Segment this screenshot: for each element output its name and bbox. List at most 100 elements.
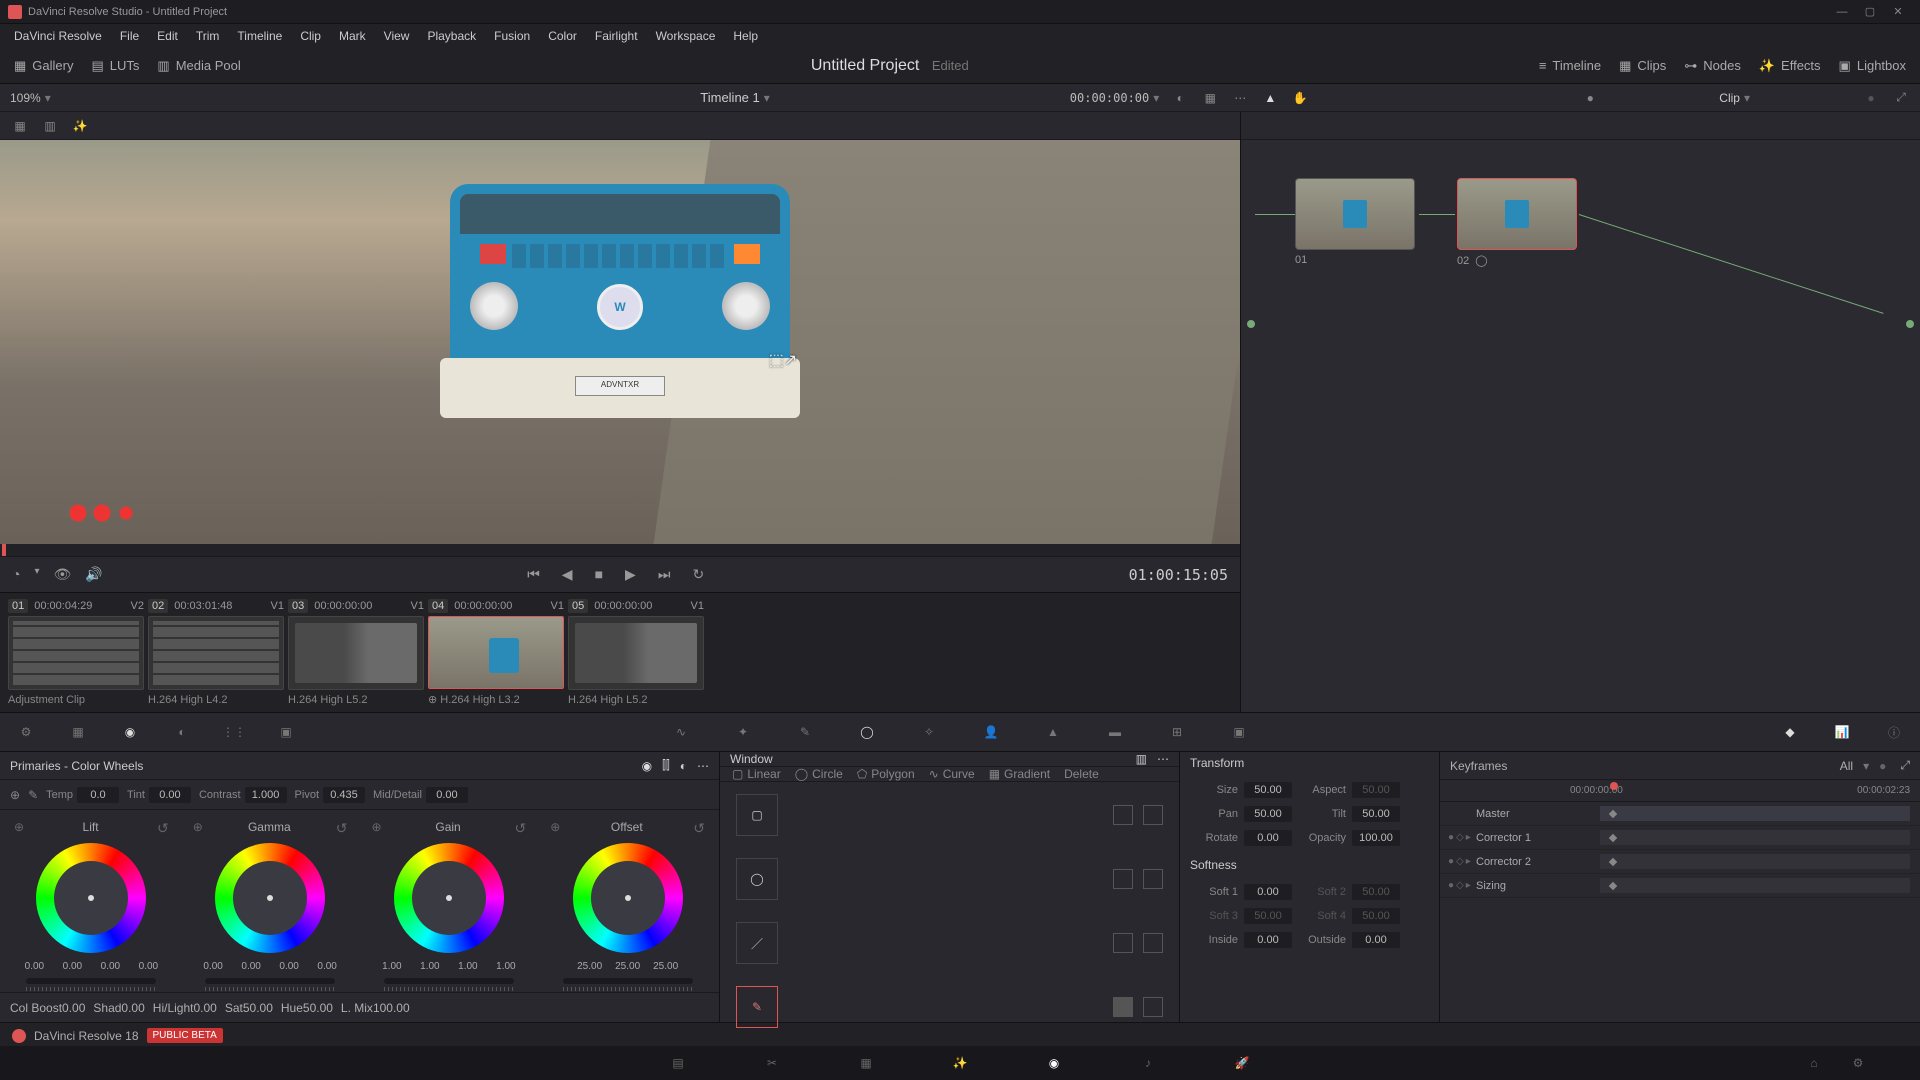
picker-icon[interactable]: ⊕ (372, 820, 382, 837)
chevron-down-icon[interactable]: ▾ (1863, 759, 1869, 773)
clip-04[interactable]: 0400:00:00:00V1⊕ H.264 High L3.2 (428, 599, 564, 706)
wintool-delete[interactable]: Delete (1064, 767, 1099, 781)
kf-track-master[interactable]: Master (1440, 802, 1920, 826)
shape-polygon[interactable]: ✎ (730, 984, 1169, 1030)
reverse-button[interactable]: ◀ (562, 566, 573, 583)
clip-01[interactable]: 0100:00:04:29V2Adjustment Clip (8, 599, 144, 706)
pointer-icon[interactable]: ▲ (1261, 91, 1279, 105)
field-tilt[interactable]: 50.00 (1352, 806, 1400, 822)
menu-fusion[interactable]: Fusion (486, 26, 538, 46)
close-button[interactable]: ✕ (1884, 5, 1912, 18)
toolbar-clips[interactable]: ▦Clips (1619, 58, 1666, 74)
wintool-polygon[interactable]: ⬠ Polygon (857, 767, 915, 781)
hdr-icon[interactable]: ◐ (170, 720, 194, 744)
unmute-icon[interactable]: 👁 (54, 566, 72, 583)
param-contrast[interactable]: Contrast1.000 (199, 787, 287, 803)
3d-icon[interactable]: ▣ (1227, 720, 1251, 744)
image-wipe-icon[interactable]: ▦ (10, 116, 30, 136)
keyframe-dot-icon[interactable]: ● (1879, 759, 1886, 773)
y-slider[interactable] (205, 978, 335, 984)
viewer-zoom[interactable]: 109% (10, 91, 41, 105)
minimize-button[interactable]: — (1828, 6, 1856, 18)
chevron-down-icon[interactable]: ▾ (45, 91, 51, 105)
motion-icon[interactable]: ▣ (274, 720, 298, 744)
picker-icon[interactable]: ⊕ (193, 820, 203, 837)
chevron-down-icon[interactable]: ▾ (34, 566, 39, 583)
field-soft2[interactable]: 50.00 (1352, 884, 1400, 900)
wintool-curve[interactable]: ∿ Curve (929, 767, 975, 781)
options-icon[interactable]: ⋯ (1231, 91, 1249, 105)
picker-icon[interactable]: ⊕ (550, 820, 560, 837)
bars-mode-icon[interactable]: ⫿⫿ (662, 758, 670, 773)
split-screen-icon[interactable]: ▥ (40, 116, 60, 136)
stop-button[interactable]: ■ (595, 566, 603, 583)
field-soft1[interactable]: 0.00 (1244, 884, 1292, 900)
pick-white-icon[interactable]: ✎ (28, 788, 38, 802)
menu-clip[interactable]: Clip (292, 26, 329, 46)
reset-icon[interactable]: ↺ (515, 820, 527, 837)
next-clip-button[interactable]: ⏭ (658, 566, 671, 583)
clip-02[interactable]: 0200:03:01:48V1H.264 High L4.2 (148, 599, 284, 706)
field-outside[interactable]: 0.00 (1352, 932, 1400, 948)
menu-fairlight[interactable]: Fairlight (587, 26, 646, 46)
graph-input-dot[interactable] (1247, 320, 1255, 328)
menu-workspace[interactable]: Workspace (648, 26, 724, 46)
reset-icon[interactable]: ↺ (693, 820, 705, 837)
y-slider[interactable] (26, 978, 156, 984)
log-mode-icon[interactable]: ◐ (680, 759, 687, 773)
y-slider[interactable] (563, 978, 693, 984)
param-colboost[interactable]: Col Boost0.00 (10, 1001, 85, 1015)
timeline-name[interactable]: Timeline 1 (700, 90, 759, 105)
prev-clip-button[interactable]: ⏮ (527, 566, 540, 583)
cut-page-icon[interactable]: ✂ (760, 1051, 784, 1075)
color-wheel[interactable] (573, 843, 683, 953)
node-02[interactable]: 02◯ (1457, 178, 1577, 267)
param-sat[interactable]: Sat50.00 (225, 1001, 273, 1015)
color-page-icon[interactable]: ◉ (1042, 1051, 1066, 1075)
param-hue[interactable]: Hue50.00 (281, 1001, 333, 1015)
toolbar-luts[interactable]: ▤LUTs (91, 58, 139, 74)
split-view-icon[interactable]: ▦ (1201, 91, 1219, 105)
wheels-mode-icon[interactable]: ◉ (642, 759, 652, 773)
warper-icon[interactable]: ✦ (731, 720, 755, 744)
loop-button[interactable]: ↻ (692, 566, 704, 583)
kf-track-sizing[interactable]: ●◇▸Sizing (1440, 874, 1920, 898)
menu-help[interactable]: Help (725, 26, 766, 46)
info-icon[interactable]: ⓘ (1882, 720, 1906, 744)
shape-linear[interactable]: ▢ (730, 792, 1169, 838)
field-soft3[interactable]: 50.00 (1244, 908, 1292, 924)
field-inside[interactable]: 0.00 (1244, 932, 1292, 948)
menu-edit[interactable]: Edit (149, 26, 186, 46)
reset-icon[interactable]: ↺ (336, 820, 348, 837)
keyframe-dot-icon[interactable]: ● (1581, 91, 1599, 105)
sizing-icon[interactable]: ⊞ (1165, 720, 1189, 744)
menu-file[interactable]: File (112, 26, 147, 46)
keyframes-mode[interactable]: All (1840, 759, 1853, 773)
node-mode-label[interactable]: Clip (1719, 91, 1740, 105)
toolbar-timeline[interactable]: ≡Timeline (1539, 58, 1601, 73)
menu-playback[interactable]: Playback (419, 26, 484, 46)
toolbar-gallery[interactable]: ▦Gallery (14, 58, 73, 74)
camera-raw-icon[interactable]: ⚙ (14, 720, 38, 744)
options-icon[interactable]: ⋯ (1157, 752, 1169, 766)
rgb-mixer-icon[interactable]: ⋮⋮ (222, 720, 246, 744)
play-button[interactable]: ▶ (625, 566, 636, 583)
field-soft4[interactable]: 50.00 (1352, 908, 1400, 924)
deliver-page-icon[interactable]: 🚀 (1230, 1051, 1254, 1075)
qualifier-icon[interactable]: ✎ (793, 720, 817, 744)
blur-icon[interactable]: ▲ (1041, 720, 1065, 744)
picker-icon[interactable]: ⊕ (14, 820, 24, 837)
param-shad[interactable]: Shad0.00 (93, 1001, 144, 1015)
reset-icon[interactable]: ↺ (157, 820, 169, 837)
shape-circle[interactable]: ◯ (730, 856, 1169, 902)
viewer-image[interactable]: W ADVNTXR ⬚↗ (0, 140, 1240, 544)
chevron-down-icon[interactable]: ▾ (764, 91, 770, 105)
settings-icon[interactable]: ⚙ (1846, 1051, 1870, 1075)
y-slider[interactable] (384, 978, 514, 984)
color-wheel[interactable] (215, 843, 325, 953)
field-pan[interactable]: 50.00 (1244, 806, 1292, 822)
menu-view[interactable]: View (376, 26, 418, 46)
hand-icon[interactable]: ✋ (1291, 91, 1309, 105)
viewer-timecode[interactable]: 00:00:00:00 (1070, 91, 1149, 105)
maximize-button[interactable]: ▢ (1856, 5, 1884, 18)
